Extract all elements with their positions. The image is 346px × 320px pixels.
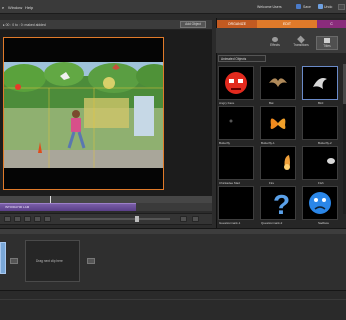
butterfly-dark-icon	[303, 107, 337, 139]
item-questionmark-1[interactable]	[218, 186, 254, 220]
divider	[0, 299, 346, 300]
menu-item-edit[interactable]: e	[2, 5, 4, 10]
chickadee-icon	[219, 147, 253, 179]
effects-icon	[272, 37, 278, 42]
butterfly-orange-icon	[270, 118, 286, 129]
fire-icon	[284, 155, 290, 170]
step-back-button[interactable]	[14, 216, 21, 222]
item-label-angry-face: Angry Face	[219, 101, 235, 105]
clip-drop-zone[interactable]: Drag next clip here	[25, 240, 80, 282]
transition-slot-icon-2[interactable]	[87, 258, 95, 264]
tab-titles[interactable]: Titles	[316, 36, 338, 50]
add-object-button[interactable]: Add Object	[180, 21, 206, 28]
item-label-bird: Bird	[318, 101, 324, 105]
item-angry-face[interactable]	[218, 66, 254, 100]
play-button[interactable]	[24, 216, 31, 222]
redo-button[interactable]	[338, 4, 345, 10]
tab-titles-label: Titles	[323, 44, 331, 48]
menu-item-help[interactable]: Help	[25, 5, 33, 10]
undo-label[interactable]: Undo	[324, 5, 332, 9]
tab-transitions[interactable]: Transitions	[290, 35, 312, 50]
timeline-ruler[interactable]	[0, 196, 212, 203]
fish-icon	[327, 158, 335, 164]
monitor-info-text: ▸ 00 : 0 to : 0: maked aldded	[3, 23, 46, 27]
item-label-questionmark-2: Questionmark-2	[261, 221, 283, 225]
category-dropdown[interactable]: Animated Objects	[218, 55, 266, 62]
item-label-chickadee: Chickadee Mad	[219, 181, 240, 185]
item-chickadee[interactable]	[218, 146, 254, 180]
item-label-butterfly: Butterfly	[219, 141, 231, 145]
bat-icon	[269, 78, 287, 87]
question-mark-icon: ?	[273, 189, 290, 220]
top-menu-bar: e Window Help Welcome Users Save Undo	[0, 0, 346, 14]
butterfly-icon	[229, 119, 233, 123]
item-bird[interactable]	[302, 66, 338, 100]
category-dropdown-value: Animated Objects	[221, 57, 247, 61]
item-label-butterfly-1: Butterfly-1	[261, 141, 275, 145]
item-label-questionmark-1: Guestionmark-1	[219, 221, 241, 225]
tab-create[interactable]: C	[317, 20, 346, 28]
tab-effects-label: Effects	[270, 43, 280, 47]
go-end-button[interactable]	[44, 216, 51, 222]
titles-icon	[324, 38, 330, 43]
go-start-button[interactable]	[4, 216, 11, 222]
bird-icon	[313, 78, 327, 89]
save-icon[interactable]	[296, 4, 301, 9]
playhead[interactable]	[50, 196, 51, 203]
item-label-butterfly-2: Butterfly-2	[318, 141, 332, 145]
sceneline-empty-area	[0, 290, 346, 320]
fullscreen-button[interactable]	[180, 216, 187, 222]
monitor-header: ▸ 00 : 0 to : 0: maked aldded Add Object	[0, 20, 212, 30]
item-label-fish: Fish	[318, 181, 324, 185]
item-sadface[interactable]	[302, 186, 338, 220]
item-label-sadface: Sadface	[318, 221, 330, 225]
tab-organize[interactable]: ORGANIZE	[217, 20, 257, 28]
item-fish[interactable]	[302, 146, 338, 180]
item-questionmark-2[interactable]: ?	[260, 186, 296, 220]
welcome-link[interactable]: Welcome Users	[257, 5, 282, 9]
clip-label: INTOIDAY00 LAM	[5, 205, 30, 209]
sad-face-icon	[309, 192, 331, 214]
item-label-bat: Bat	[269, 101, 274, 105]
scene-clip-thumbnail[interactable]	[0, 242, 6, 274]
timeline-empty-track	[136, 203, 212, 211]
item-bat[interactable]	[260, 66, 296, 100]
zoom-slider-handle[interactable]	[135, 216, 139, 222]
timeline-clip[interactable]: INTOIDAY00 LAM	[0, 203, 136, 211]
svg-text:?: ?	[273, 189, 290, 219]
tab-effects[interactable]: Effects	[266, 36, 284, 50]
dark-icon	[219, 187, 253, 219]
video-frame-image	[4, 38, 163, 189]
drop-zone-text: Drag next clip here	[36, 259, 63, 263]
zoom-slider-track[interactable]	[60, 218, 170, 220]
item-label-fire: Fire	[269, 181, 275, 185]
item-fire[interactable]	[260, 146, 296, 180]
angry-face-icon	[225, 72, 247, 94]
tab-edit[interactable]: EDIT	[257, 20, 317, 28]
transition-slot-icon[interactable]	[10, 258, 18, 264]
step-forward-button[interactable]	[34, 216, 41, 222]
item-butterfly-1[interactable]	[260, 106, 296, 140]
split-clip-button[interactable]	[192, 216, 199, 222]
item-butterfly-2[interactable]	[302, 106, 338, 140]
video-preview[interactable]	[3, 37, 164, 190]
undo-icon[interactable]	[318, 4, 323, 9]
menu-item-window[interactable]: Window	[8, 5, 22, 10]
save-label[interactable]: Save	[303, 5, 311, 9]
item-butterfly[interactable]	[218, 106, 254, 140]
